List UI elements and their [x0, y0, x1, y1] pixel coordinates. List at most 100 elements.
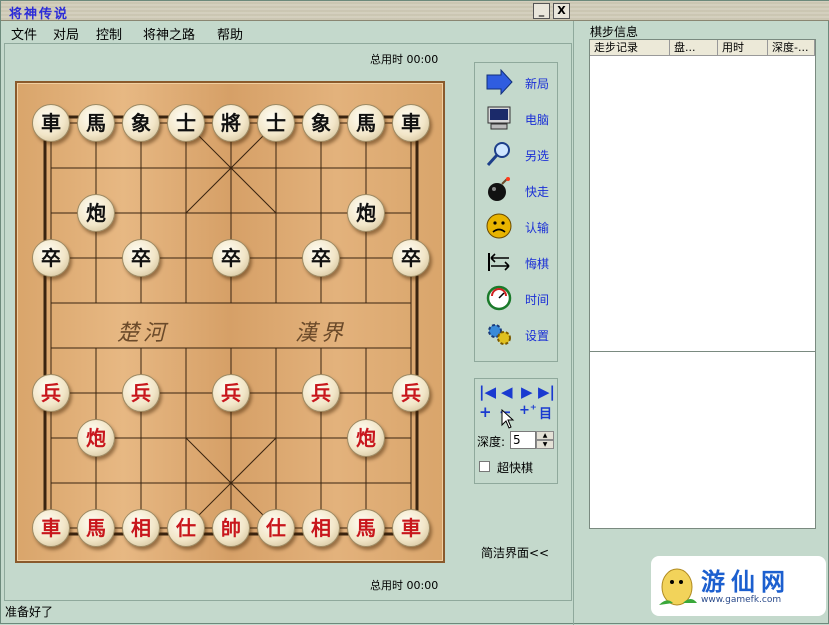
- black-piece[interactable]: 車: [392, 104, 430, 142]
- col-board[interactable]: 盘...: [670, 40, 718, 56]
- status-text: 准备好了: [5, 605, 54, 619]
- red-piece[interactable]: 兵: [122, 374, 160, 412]
- black-piece[interactable]: 馬: [347, 104, 385, 142]
- next-move-icon[interactable]: ▶: [521, 383, 533, 401]
- col-move-record[interactable]: 走步记录: [590, 40, 670, 56]
- menu-file[interactable]: 文件: [11, 24, 37, 43]
- move-list[interactable]: 走步记录 盘... 用时 深度-... ◀ ▶: [589, 39, 816, 369]
- bottom-timer: 总用时 00:00: [370, 579, 439, 592]
- notes-area[interactable]: [589, 351, 816, 529]
- top-timer: 总用时 00:00: [370, 53, 439, 66]
- time-label: 时间: [525, 293, 550, 307]
- main-window: 将神传说 _ X 文件 对局 控制 将神之路 帮助 总用时 00:00 总用时 …: [0, 0, 829, 625]
- window-title: 将神传说: [9, 7, 70, 22]
- red-piece[interactable]: 兵: [302, 374, 340, 412]
- simple-interface-link[interactable]: 简洁界面<<: [481, 544, 549, 561]
- navigation-box: |◀ ◀ ▶ ▶| + − +⁺ 目 深度: 5 ▲ ▼ 超快棋: [474, 378, 558, 484]
- arrow-icon: [486, 69, 513, 95]
- col-depth[interactable]: 深度-...: [768, 40, 815, 56]
- gears-icon: [488, 324, 511, 345]
- first-move-icon[interactable]: |◀: [479, 383, 496, 401]
- info-panel: 棋步信息 走步记录 盘... 用时 深度-... ◀ ▶: [573, 21, 829, 625]
- red-piece[interactable]: 馬: [347, 509, 385, 547]
- col-time[interactable]: 用时: [718, 40, 768, 56]
- red-piece[interactable]: 車: [32, 509, 70, 547]
- quick-move-label: 快走: [525, 185, 550, 199]
- title-bar: 将神传说 _ X: [1, 1, 829, 22]
- logo-text: 游仙网: [701, 568, 791, 596]
- undo-tool[interactable]: 悔棋: [483, 247, 559, 277]
- plus-icon[interactable]: +: [479, 403, 492, 421]
- bomb-icon: [488, 177, 510, 201]
- black-piece[interactable]: 卒: [212, 239, 250, 277]
- computer-tool[interactable]: 电脑: [483, 103, 559, 133]
- river-right-label: 漢界: [295, 321, 348, 346]
- menu-bar: 文件 对局 控制 将神之路 帮助: [1, 21, 581, 43]
- black-piece[interactable]: 士: [167, 104, 205, 142]
- red-piece[interactable]: 帥: [212, 509, 250, 547]
- menu-game[interactable]: 对局: [53, 24, 79, 43]
- board-grid: [43, 115, 419, 536]
- select-tool[interactable]: 另选: [483, 139, 559, 169]
- last-move-icon[interactable]: ▶|: [538, 383, 555, 401]
- menu-control[interactable]: 控制: [96, 24, 122, 43]
- fast-chess-label: 超快棋: [497, 461, 534, 475]
- red-piece[interactable]: 仕: [167, 509, 205, 547]
- red-piece[interactable]: 馬: [77, 509, 115, 547]
- select-label: 另选: [525, 149, 550, 163]
- depth-up-icon[interactable]: ▲: [536, 431, 554, 440]
- info-title: 棋步信息: [590, 25, 639, 39]
- black-piece[interactable]: 炮: [347, 194, 385, 232]
- logo-url: www.gamefk.com: [701, 595, 782, 605]
- red-piece[interactable]: 仕: [257, 509, 295, 547]
- fast-chess-checkbox[interactable]: [479, 461, 490, 472]
- black-piece[interactable]: 象: [302, 104, 340, 142]
- mascot-icon: [659, 568, 697, 606]
- red-piece[interactable]: 兵: [392, 374, 430, 412]
- mouse-cursor-icon: [501, 409, 515, 429]
- settings-tool[interactable]: 设置: [483, 319, 559, 349]
- red-piece[interactable]: 炮: [347, 419, 385, 457]
- depth-down-icon[interactable]: ▼: [536, 440, 554, 449]
- river-left-label: 楚河: [117, 321, 170, 346]
- black-piece[interactable]: 車: [32, 104, 70, 142]
- minimize-button[interactable]: _: [533, 3, 550, 19]
- time-tool[interactable]: 时间: [483, 283, 559, 313]
- black-piece[interactable]: 卒: [302, 239, 340, 277]
- plus-plus-icon[interactable]: +⁺: [519, 403, 537, 418]
- red-piece[interactable]: 相: [302, 509, 340, 547]
- magnifier-icon: [486, 142, 510, 167]
- prev-move-icon[interactable]: ◀: [501, 383, 513, 401]
- red-piece[interactable]: 兵: [32, 374, 70, 412]
- black-piece[interactable]: 象: [122, 104, 160, 142]
- computer-label: 电脑: [525, 113, 550, 127]
- red-piece[interactable]: 車: [392, 509, 430, 547]
- black-piece[interactable]: 炮: [77, 194, 115, 232]
- red-piece[interactable]: 炮: [77, 419, 115, 457]
- menu-help[interactable]: 帮助: [217, 24, 243, 43]
- red-piece[interactable]: 兵: [212, 374, 250, 412]
- black-piece[interactable]: 馬: [77, 104, 115, 142]
- undo-label: 悔棋: [525, 257, 550, 271]
- chess-board[interactable]: 楚河 漢界 車馬象士將士象馬車炮炮卒卒卒卒卒兵兵兵兵兵炮炮車馬相仕帥仕相馬車: [15, 81, 445, 563]
- black-piece[interactable]: 將: [212, 104, 250, 142]
- red-piece[interactable]: 相: [122, 509, 160, 547]
- depth-label: 深度:: [477, 435, 506, 449]
- quick-move-tool[interactable]: 快走: [483, 175, 559, 205]
- black-piece[interactable]: 卒: [32, 239, 70, 277]
- sad-face-icon: [486, 213, 512, 239]
- menu-road[interactable]: 将神之路: [143, 24, 195, 43]
- computer-icon: [487, 106, 511, 130]
- black-piece[interactable]: 士: [257, 104, 295, 142]
- new-game-tool[interactable]: 新局: [483, 67, 559, 97]
- resign-tool[interactable]: 认输: [483, 211, 559, 241]
- black-piece[interactable]: 卒: [122, 239, 160, 277]
- resign-label: 认输: [525, 221, 550, 235]
- list-icon[interactable]: 目: [539, 403, 552, 422]
- watermark-logo: 游仙网 www.gamefk.com: [651, 556, 826, 616]
- close-button[interactable]: X: [553, 3, 570, 19]
- depth-input[interactable]: 5: [510, 431, 536, 449]
- undo-arrows-icon: [488, 253, 510, 271]
- settings-label: 设置: [525, 329, 550, 343]
- black-piece[interactable]: 卒: [392, 239, 430, 277]
